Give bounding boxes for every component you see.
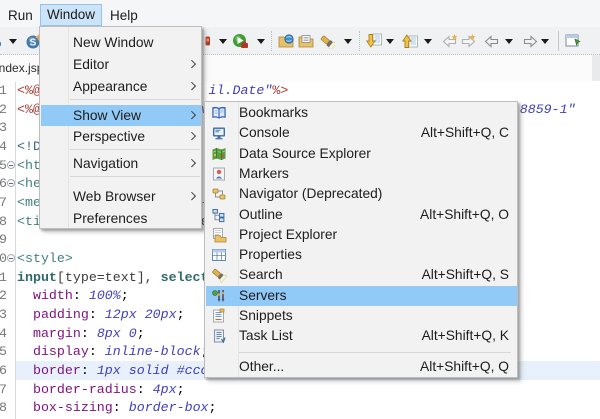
svg-text:S: S: [30, 38, 37, 49]
